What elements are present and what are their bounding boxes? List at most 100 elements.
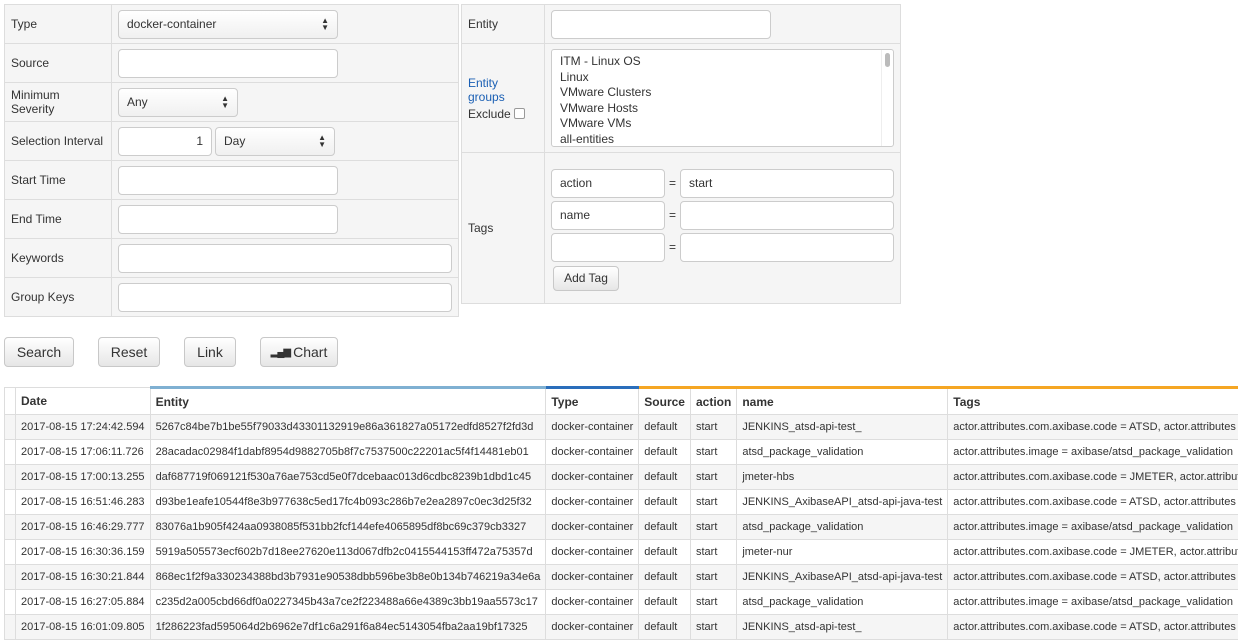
keywords-input[interactable]	[118, 243, 452, 273]
date-cell: 2017-08-15 16:46:29.777	[15, 514, 151, 540]
table-row[interactable]: 2017-08-15 16:27:05.884 c235d2a005cbd66df…	[4, 589, 1238, 615]
action-cell: start	[689, 464, 738, 490]
tag-key-input[interactable]: name	[550, 200, 665, 230]
date-cell: 2017-08-15 16:51:46.283	[15, 489, 151, 515]
entity-cell: 28acadac02984f1dabf8954d9882705b8f7c7537…	[149, 439, 547, 465]
search-button[interactable]: Search	[4, 337, 74, 367]
column-header-source[interactable]: Source	[638, 386, 691, 415]
row-select-cell[interactable]	[4, 514, 16, 540]
entity-groups-listbox[interactable]: ITM - Linux OS Linux VMware Clusters VMware…	[550, 49, 894, 148]
min-severity-select[interactable]: Any ▲ ▼	[118, 87, 238, 117]
table-row[interactable]: 2017-08-15 16:51:46.283 d93be1eafe10544f8…	[4, 489, 1238, 515]
tag-value-input[interactable]	[680, 232, 894, 262]
group-keys-input[interactable]	[118, 282, 452, 312]
equals-sign: =	[668, 240, 676, 254]
name-cell: atsd_package_validation	[736, 439, 949, 465]
start-time-input[interactable]	[118, 165, 338, 195]
source-cell: default	[638, 489, 691, 515]
type-cell: docker-container	[545, 464, 640, 490]
column-header-name[interactable]: name	[736, 386, 949, 415]
entity-cell: c235d2a005cbd66df0a0227345b43a7ce2f22348…	[149, 589, 547, 615]
column-header-type[interactable]: Type	[545, 386, 640, 415]
exclude-checkbox[interactable]	[513, 108, 525, 119]
type-cell: docker-container	[545, 439, 640, 465]
source-label: Source	[4, 43, 112, 83]
entity-groups-link[interactable]: Entity groups	[468, 76, 538, 104]
entity-group-option[interactable]: ITM - Linux OS	[560, 54, 885, 70]
type-cell: docker-container	[545, 564, 640, 590]
entity-group-option[interactable]: VMware Hosts	[560, 101, 885, 117]
events-table: Date Entity Type Source action name Tags 2017-…	[4, 386, 1238, 640]
tag-key-input[interactable]: action	[550, 168, 665, 198]
row-select-cell[interactable]	[4, 539, 16, 565]
entity-group-option[interactable]: all-entities	[560, 132, 885, 148]
name-cell: jmeter-nur	[736, 539, 949, 565]
add-tag-button[interactable]: Add Tag	[552, 265, 619, 291]
table-row[interactable]: 2017-08-15 16:46:29.777 83076a1b905f424aa…	[4, 514, 1238, 540]
source-cell: default	[638, 514, 691, 540]
date-cell: 2017-08-15 17:00:13.255	[15, 464, 151, 490]
column-header-entity[interactable]: Entity	[149, 386, 547, 415]
table-row[interactable]: 2017-08-15 16:01:09.805 1f286223fad595064…	[4, 614, 1238, 640]
row-select-cell[interactable]	[4, 439, 16, 465]
interval-count-input[interactable]: 1	[118, 126, 212, 156]
column-header-tags[interactable]: Tags	[947, 386, 1238, 415]
type-cell: docker-container	[545, 489, 640, 515]
table-row[interactable]: 2017-08-15 17:00:13.255 daf687719f069121f…	[4, 464, 1238, 490]
column-header-action[interactable]: action	[689, 386, 738, 415]
chart-button[interactable]: ▂▄▆ Chart	[260, 337, 338, 367]
row-select-cell[interactable]	[4, 489, 16, 515]
tag-key-input[interactable]	[550, 232, 665, 262]
entity-label: Entity	[461, 4, 545, 44]
action-cell: start	[689, 489, 738, 515]
row-select-cell[interactable]	[4, 564, 16, 590]
entity-input[interactable]	[550, 9, 771, 39]
column-header-date[interactable]: Date	[15, 387, 151, 415]
reset-button[interactable]: Reset	[98, 337, 160, 367]
end-time-label: End Time	[4, 199, 112, 239]
equals-sign: =	[668, 176, 676, 190]
type-cell: docker-container	[545, 614, 640, 640]
listbox-scrollbar[interactable]	[881, 50, 893, 146]
entity-cell: 83076a1b905f424aa0938085f531bb2fcf144efe…	[149, 514, 547, 540]
type-select[interactable]: docker-container ▲ ▼	[118, 9, 338, 39]
row-select-cell[interactable]	[4, 614, 16, 640]
entity-group-option[interactable]: VMware Clusters	[560, 85, 885, 101]
table-row[interactable]: 2017-08-15 17:24:42.594 5267c84be7b1be55f…	[4, 414, 1238, 440]
interval-label: Selection Interval	[4, 121, 112, 161]
end-time-input[interactable]	[118, 204, 338, 234]
table-row[interactable]: 2017-08-15 16:30:36.159 5919a505573ecf602…	[4, 539, 1238, 565]
bar-chart-icon: ▂▄▆	[270, 346, 291, 358]
action-cell: start	[689, 614, 738, 640]
tag-value-input[interactable]	[680, 200, 894, 230]
row-select-cell[interactable]	[4, 589, 16, 615]
link-button[interactable]: Link	[184, 337, 236, 367]
min-severity-label: Minimum Severity	[4, 82, 112, 122]
source-input[interactable]	[118, 48, 338, 78]
entity-cell: 5267c84be7b1be55f79033d43301132919e86a36…	[149, 414, 547, 440]
tags-cell: actor.attributes.com.axibase.code = ATSD…	[947, 614, 1238, 640]
date-cell: 2017-08-15 16:30:21.844	[15, 564, 151, 590]
select-column-header[interactable]	[4, 387, 16, 415]
name-cell: atsd_package_validation	[736, 589, 949, 615]
table-row[interactable]: 2017-08-15 17:06:11.726 28acadac02984f1da…	[4, 439, 1238, 465]
interval-unit-select[interactable]: Day ▲ ▼	[215, 126, 335, 156]
source-cell: default	[638, 614, 691, 640]
type-cell: docker-container	[545, 539, 640, 565]
table-row[interactable]: 2017-08-15 16:30:21.844 868ec1f2f9a330234…	[4, 564, 1238, 590]
tags-cell: actor.attributes.com.axibase.code = JMET…	[947, 539, 1238, 565]
row-select-cell[interactable]	[4, 414, 16, 440]
select-arrows-icon: ▲ ▼	[221, 94, 229, 110]
tag-value-input[interactable]: start	[680, 168, 894, 198]
entity-group-option[interactable]: VMware VMs	[560, 116, 885, 132]
source-cell: default	[638, 439, 691, 465]
source-cell: default	[638, 464, 691, 490]
name-cell: JENKINS_AxibaseAPI_atsd-api-java-test	[736, 564, 949, 590]
date-cell: 2017-08-15 16:30:36.159	[15, 539, 151, 565]
row-select-cell[interactable]	[4, 464, 16, 490]
entity-cell: 5919a505573ecf602b7d18ee27620e113d067dfb…	[149, 539, 547, 565]
entity-cell: d93be1eafe10544f8e3b977638c5ed17fc4b093c…	[149, 489, 547, 515]
entity-group-option[interactable]: Linux	[560, 70, 885, 86]
entity-cell: daf687719f069121f530a76ae753cd5e0f7dceba…	[149, 464, 547, 490]
tags-cell: actor.attributes.com.axibase.code = ATSD…	[947, 564, 1238, 590]
